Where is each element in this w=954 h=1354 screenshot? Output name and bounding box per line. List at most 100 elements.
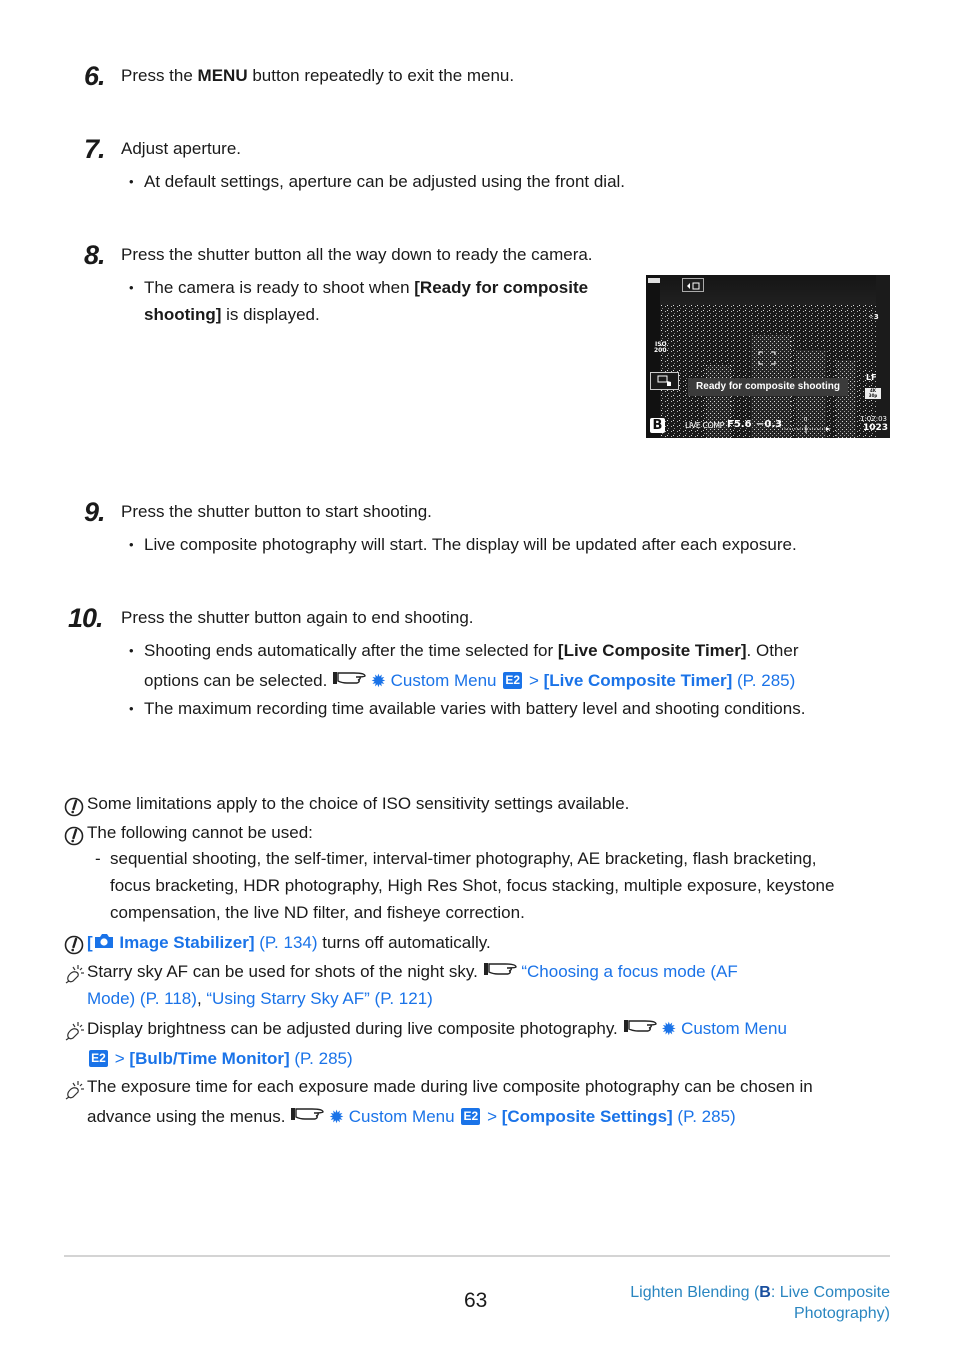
step-number-9: 9. [84,497,106,527]
video-quality-icon: 4K 30p [865,388,881,399]
step-10-bullet-1: Shooting ends automatically after the ti… [129,637,799,664]
using-starry-sky-af-link[interactable]: “Using Starry Sky AF” (P. 121) [206,989,432,1008]
reference-pointing-hand-icon [623,1016,657,1043]
footer-divider [64,1255,890,1257]
unavailable-features-line-3: compensation, the live ND filter, and fi… [110,903,525,922]
step-9-text: Press the shutter button to start shooti… [121,502,432,521]
bulb-time-monitor-link[interactable]: [Bulb/Time Monitor] [129,1049,289,1068]
image-stabilizer-link[interactable]: Image Stabilizer] [119,933,254,952]
step-number-7: 7. [84,134,106,164]
unavailable-features-line-2: focus bracketing, HDR photography, High … [110,876,835,895]
step-10-text: Press the shutter button again to end sh… [121,608,474,627]
note-exposure-time-line2-text: advance using the menus. [87,1107,286,1126]
stabilizer-icon [682,278,704,292]
note-starry-sky-text: Starry sky AF can be used for shots of t… [87,962,478,981]
unavailable-features-line-1: sequential shooting, the self-timer, int… [110,849,817,868]
choosing-focus-mode-link[interactable]: “Choosing a focus mode (AF [521,962,737,981]
camera-icon [93,930,115,957]
exposure-scale [782,425,830,433]
breadcrumb-separator: > [528,671,539,690]
step-number-10: 10. [68,603,104,633]
battery-icon [648,278,660,283]
video-framerate: 30p [868,393,878,398]
image-quality: LF [866,373,877,382]
menu-tab-e2-icon: E2 [89,1050,108,1067]
step-6-text: Press the MENU button repeatedly to exit… [121,62,514,89]
step-10-bullet-2: The maximum recording time available var… [129,695,805,722]
note-exposure-time-line2: advance using the menus. ✹ Custom Menu E… [87,1103,736,1131]
menu-tab-e2-icon: E2 [503,672,523,689]
note-display-brightness-line2: E2 > [Bulb/Time Monitor] (P. 285) [87,1045,353,1072]
flash-value: 3 [873,313,879,321]
tip-lightbulb-icon [65,1081,84,1100]
reference-pointing-hand-icon [290,1104,324,1131]
custom-menu-gear-icon: ✹ [328,1107,345,1128]
note-display-brightness: Display brightness can be adjusted durin… [87,1015,787,1043]
flash-icon: ✧3 [868,313,879,321]
step-8-text: Press the shutter button all the way dow… [121,245,593,264]
step-9-bullet: Live composite photography will start. T… [129,531,797,558]
step-8-bullet-bold-2: shooting] [144,305,222,324]
note-starry-sky: Starry sky AF can be used for shots of t… [87,958,738,986]
menu-button-label: MENU [197,66,248,85]
step-7-bullet: At default settings, aperture can be adj… [129,168,625,195]
bulb-mode-icon: B [759,1284,771,1301]
shots-remaining: 1023 [863,423,889,433]
custom-menu-gear-icon: ✹ [370,671,386,692]
step-8-bullet-bold: [Ready for composite [414,278,589,297]
right-bar [876,275,890,438]
page-285-link[interactable]: (P. 285) [677,1107,735,1126]
note-starry-sky-line2: Mode) (P. 118), “Using Starry Sky AF” (P… [87,985,433,1012]
step-number-6: 6. [84,61,106,91]
custom-menu-link[interactable]: Custom Menu [349,1107,455,1126]
step-7-text: Adjust aperture. [121,139,242,158]
footer-section-post: : Live Composite [770,1284,890,1301]
choosing-focus-mode-link-cont[interactable]: Mode) (P. 118) [87,989,197,1008]
menu-tab-e2-icon: E2 [461,1108,481,1125]
custom-menu-gear-icon: ✹ [661,1019,677,1040]
footer-section-line2: Photography) [793,1305,890,1322]
composite-settings-link[interactable]: [Composite Settings] [502,1107,673,1126]
touch-shutter-icon [650,372,679,390]
live-composite-timer-link[interactable]: [Live Composite Timer] [544,671,733,690]
iso-value: 200 [654,347,667,354]
exposure-scale-zero: 0 [804,417,808,423]
note-iso-limitations: Some limitations apply to the choice of … [87,794,630,813]
footer-section-link[interactable]: Lighten Blending (B: Live Composite Phot… [570,1282,890,1324]
custom-menu-link[interactable]: Custom Menu [391,671,497,690]
af-target-icon [758,351,776,365]
left-bar [646,275,660,438]
note-image-stabilizer: [ Image Stabilizer] (P. 134) turns off a… [87,929,491,957]
step-8-bullet: The camera is ready to shoot when [Ready… [129,274,589,301]
camera-screen-illustration: ISO 200 Ready for composite shooting ✧3 … [646,275,890,438]
step-8-bullet-line2: shooting] is displayed. [144,301,320,328]
step-8-bullet-pre: The camera is ready to shoot when [144,278,415,297]
reference-pointing-hand-icon [483,959,517,986]
step-10-bullet-1-pre: Shooting ends automatically after the ti… [144,641,558,660]
tip-lightbulb-icon [65,1022,84,1041]
reference-pointing-hand-icon [332,668,366,695]
step-10-bullet-1-line2: options can be selected. ✹ Custom Menu E… [144,667,795,695]
record-time: 1:02:03 [860,415,887,423]
step-10-bullet-1-post: . Other [746,641,799,660]
page-285-link[interactable]: (P. 285) [737,671,795,690]
page-285-link[interactable]: (P. 285) [294,1049,352,1068]
step-8-bullet-post: is displayed. [221,305,320,324]
breadcrumb-separator: > [114,1049,125,1068]
page-134-link[interactable]: (P. 134) [259,933,317,952]
live-comp-label: LIVE COMP [685,421,725,430]
note-display-brightness-text: Display brightness can be adjusted durin… [87,1019,618,1038]
tip-lightbulb-icon [65,965,84,984]
footer-section-pre: Lighten Blending ( [630,1284,760,1301]
caution-icon [64,826,84,846]
step-10-bullet-1-bold: [Live Composite Timer] [557,641,747,660]
list-dash: - [95,849,101,868]
custom-menu-link[interactable]: Custom Menu [681,1019,787,1038]
note-cannot-be-used: The following cannot be used: [87,823,313,842]
caution-icon [64,935,84,955]
step-6-text-post: button repeatedly to exit the menu. [247,66,515,85]
caution-icon [64,797,84,817]
step-10-bullet-1-line2-text: options can be selected. [144,671,328,690]
shooting-mode-badge: B [650,418,665,433]
step-6-text-pre: Press the [121,66,198,85]
